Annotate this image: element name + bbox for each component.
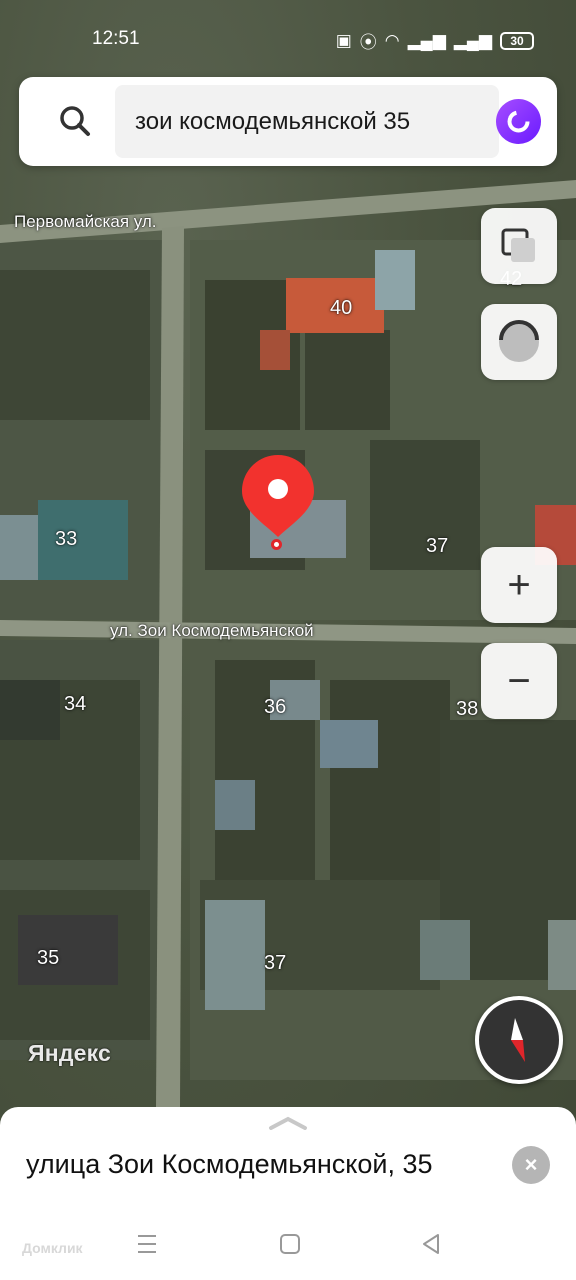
house-number-33: 33 [55, 528, 78, 550]
battery-icon: 30 [500, 31, 534, 50]
signal-icon-2: ▂▄▆ [453, 30, 492, 50]
zoom-out-button[interactable]: − [481, 643, 557, 719]
location-dot [271, 539, 282, 550]
alice-icon [507, 110, 530, 133]
location-pin-icon[interactable] [240, 453, 316, 539]
nfc-icon: ▣ [335, 30, 352, 50]
search-input[interactable]: зои космодемьянской 35 [115, 85, 499, 158]
street-label-zoi-kosmodemyanskoy: ул. Зои Космодемьянской [110, 621, 314, 640]
yandex-logo: Яндекс [28, 1040, 112, 1066]
home-icon[interactable] [279, 1232, 301, 1256]
house-number-36: 36 [264, 696, 287, 718]
minus-icon: − [507, 659, 531, 703]
chevron-up-icon[interactable] [268, 1116, 308, 1130]
status-time: 12:51 [92, 28, 140, 49]
signal-icon: ▂▄▆ [407, 30, 446, 50]
location-icon: ⦿ [359, 33, 377, 52]
compass-button[interactable] [475, 996, 563, 1084]
menu-icon[interactable] [136, 1232, 158, 1256]
plus-icon: + [507, 563, 531, 607]
layers-button[interactable] [481, 208, 557, 284]
traffic-icon [499, 320, 539, 362]
close-icon: × [524, 1152, 538, 1177]
street-label-pervomayskaya: Первомайская ул. [14, 212, 157, 231]
back-icon[interactable] [420, 1232, 442, 1256]
house-number-37-south: 37 [264, 952, 287, 974]
house-number-40: 40 [330, 297, 353, 319]
house-number-37: 37 [426, 535, 449, 557]
watermark: Домклик [22, 1240, 83, 1256]
map-view[interactable]: Первомайская ул. ул. Зои Космодемьянской… [0, 0, 576, 1280]
close-button[interactable]: × [512, 1146, 550, 1184]
house-number-35: 35 [37, 947, 60, 969]
search-bar: зои космодемьянской 35 [19, 77, 557, 166]
place-title: улица Зои Космодемьянской, 35 [26, 1149, 433, 1179]
compass-icon [511, 1018, 525, 1062]
house-number-34: 34 [64, 693, 87, 715]
zoom-in-button[interactable]: + [481, 547, 557, 623]
status-bar: 12:51 ▣ ⦿ ◠ ▂▄▆ ▂▄▆ 30 [0, 0, 576, 76]
status-icons: ▣ ⦿ ◠ ▂▄▆ ▂▄▆ 30 [336, 28, 534, 53]
alice-voice-button[interactable] [496, 99, 541, 144]
search-icon[interactable] [55, 101, 95, 141]
layers-icon [501, 228, 535, 262]
house-number-38: 38 [456, 698, 479, 720]
wifi-icon: ◠ [384, 30, 400, 50]
traffic-button[interactable] [481, 304, 557, 380]
